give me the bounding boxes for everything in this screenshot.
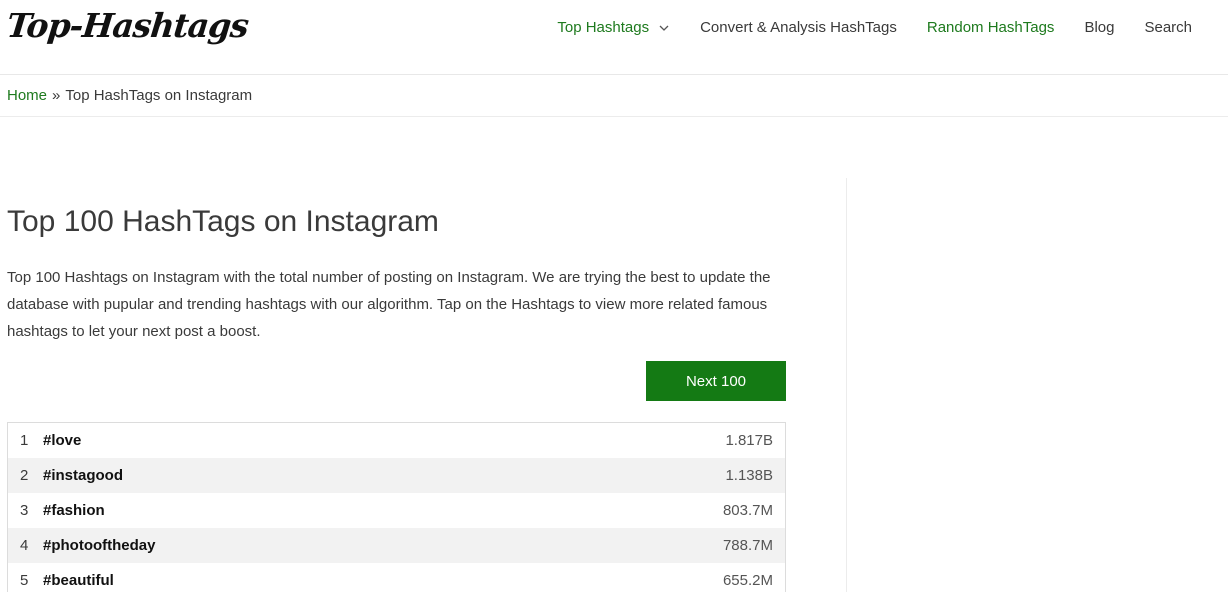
sidebar-divider	[846, 178, 847, 592]
hashtag-rank: 2	[20, 467, 29, 484]
hashtag-count: 803.7M	[722, 502, 773, 519]
nav-top-hashtags[interactable]: Top Hashtags	[557, 18, 670, 38]
breadcrumb-current: Top HashTags on Instagram	[65, 87, 253, 104]
hashtag-link[interactable]: #instagood	[43, 467, 725, 484]
table-row: 4 #photooftheday 788.7M	[8, 528, 785, 563]
hashtag-count: 655.2M	[722, 572, 773, 589]
table-row: 1 #love 1.817B	[8, 423, 785, 458]
nav-random-hashtags[interactable]: Random HashTags	[927, 18, 1055, 38]
hashtag-link[interactable]: #beautiful	[43, 572, 723, 589]
breadcrumb-divider	[0, 116, 1228, 117]
site-logo[interactable]: Top-Hashtags	[5, 6, 250, 45]
page-title: Top 100 HashTags on Instagram	[7, 205, 439, 238]
nav-top-hashtags-label: Top Hashtags	[557, 19, 650, 36]
hashtag-count: 1.817B	[725, 432, 773, 449]
nav-convert-analysis[interactable]: Convert & Analysis HashTags	[700, 18, 897, 38]
table-row: 2 #instagood 1.138B	[8, 458, 785, 493]
hashtag-count: 1.138B	[725, 467, 773, 484]
hashtag-rank: 1	[20, 432, 29, 449]
hashtag-link[interactable]: #photooftheday	[43, 537, 723, 554]
nav-blog[interactable]: Blog	[1084, 18, 1114, 38]
hashtag-count: 788.7M	[722, 537, 773, 554]
main-nav: Top Hashtags Convert & Analysis HashTags…	[527, 18, 1192, 38]
page-description: Top 100 Hashtags on Instagram with the t…	[7, 269, 771, 340]
breadcrumb-home-link[interactable]: Home	[7, 87, 47, 104]
hashtag-rank: 3	[20, 502, 29, 519]
chevron-down-icon	[659, 25, 669, 31]
hashtag-rank: 5	[20, 572, 29, 589]
hashtag-link[interactable]: #fashion	[43, 502, 723, 519]
hashtag-table: 1 #love 1.817B 2 #instagood 1.138B 3 #fa…	[7, 422, 786, 592]
table-row: 3 #fashion 803.7M	[8, 493, 785, 528]
breadcrumb: Home » Top HashTags on Instagram	[7, 87, 252, 104]
nav-search[interactable]: Search	[1144, 18, 1192, 38]
breadcrumb-separator: »	[52, 87, 61, 104]
table-row: 5 #beautiful 655.2M	[8, 563, 785, 592]
next-100-button[interactable]: Next 100	[646, 361, 786, 401]
site-header: Top-Hashtags Top Hashtags Convert & Anal…	[0, 0, 1228, 75]
hashtag-rank: 4	[20, 537, 29, 554]
hashtag-link[interactable]: #love	[43, 432, 725, 449]
